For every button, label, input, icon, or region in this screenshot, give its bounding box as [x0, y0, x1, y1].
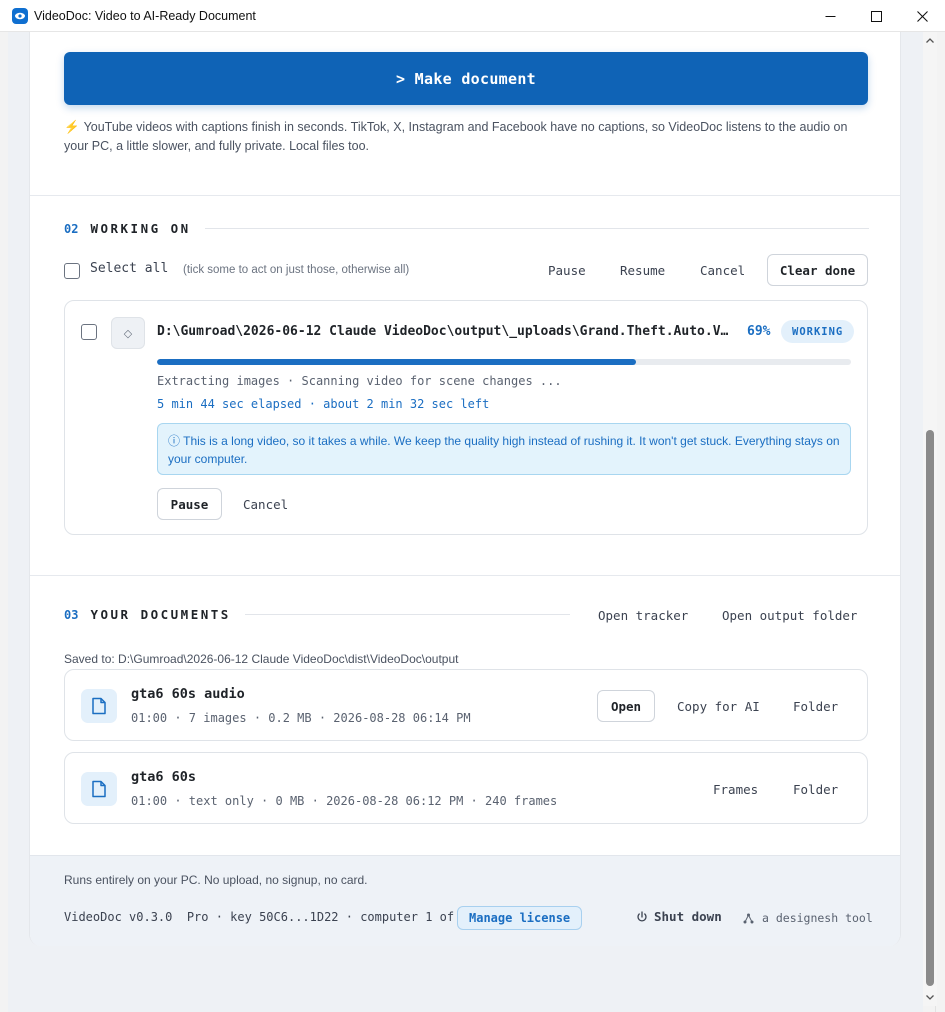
job-card: ◇ D:\Gumroad\2026-06-12 Claude VideoDoc\… [64, 300, 868, 535]
cancel-all-button[interactable]: Cancel [700, 263, 745, 278]
document-name: gta6 60s audio [131, 686, 245, 702]
close-icon [916, 10, 928, 22]
section-number: 02 [64, 221, 79, 236]
shut-down-button[interactable]: Shut down [636, 909, 722, 924]
info-box: ⓘ This is a long video, so it takes a wh… [157, 423, 851, 475]
job-time: 5 min 44 sec elapsed · about 2 min 32 se… [157, 397, 490, 411]
resume-all-button[interactable]: Resume [620, 263, 665, 278]
divider [30, 195, 900, 196]
make-document-button[interactable]: > Make document [64, 52, 868, 105]
scroll-down-icon[interactable] [925, 992, 935, 1002]
divider [30, 575, 900, 576]
title-bar: VideoDoc: Video to AI-Ready Document [0, 0, 945, 32]
scroll-thumb[interactable] [926, 430, 934, 986]
footer-note: Runs entirely on your PC. No upload, no … [64, 873, 368, 887]
credit-text: a designesh tool [762, 911, 873, 925]
minimize-button[interactable] [807, 0, 853, 32]
maximize-button[interactable] [853, 0, 899, 32]
select-all-checkbox[interactable] [64, 263, 80, 279]
open-tracker-button[interactable]: Open tracker [598, 608, 688, 623]
close-button[interactable] [899, 0, 945, 32]
make-hint: ⚡ YouTube videos with captions finish in … [64, 118, 874, 156]
open-output-folder-button[interactable]: Open output folder [722, 608, 857, 623]
lightning-icon: ⚡ [64, 120, 80, 134]
minimize-icon [825, 15, 835, 17]
select-hint: (tick some to act on just those, otherwi… [183, 264, 410, 276]
make-hint-text: YouTube videos with captions finish in s… [64, 120, 848, 153]
main-card: > Make document ⚡ YouTube videos with cap… [29, 32, 901, 946]
document-meta: 01:00 · 7 images · 0.2 MB · 2026-08-28 0… [131, 711, 471, 725]
eye-icon [12, 7, 28, 24]
video-thumb-icon: ◇ [111, 317, 145, 349]
document-icon [81, 689, 117, 723]
job-checkbox[interactable] [81, 324, 97, 340]
section-rule [244, 614, 570, 615]
scrollbar[interactable] [923, 32, 937, 1006]
shut-down-label: Shut down [654, 909, 722, 924]
folder-button[interactable]: Folder [793, 699, 838, 714]
document-icon [81, 772, 117, 806]
job-cancel-button[interactable]: Cancel [243, 497, 288, 512]
info-text: This is a long video, so it takes a whil… [168, 434, 840, 466]
status-badge: WORKING [781, 320, 855, 343]
thumb-glyph: ◇ [123, 326, 133, 340]
info-icon: ⓘ [168, 434, 181, 448]
progress-bar [157, 359, 851, 365]
maximize-icon [870, 10, 882, 22]
section-number: 03 [64, 607, 79, 622]
credit[interactable]: a designesh tool [743, 911, 873, 925]
scroll-up-icon[interactable] [925, 36, 935, 46]
document-row: gta6 60s 01:00 · text only · 0 MB · 2026… [64, 752, 868, 824]
section-rule [204, 228, 869, 229]
nodes-icon [743, 913, 754, 923]
frames-button[interactable]: Frames [713, 782, 758, 797]
select-all-label[interactable]: Select all [90, 261, 168, 276]
footer: Runs entirely on your PC. No upload, no … [30, 855, 900, 946]
saved-to-path: Saved to: D:\Gumroad\2026-06-12 Claude V… [64, 652, 459, 666]
power-icon [637, 910, 647, 921]
working-section-header: 02 WORKING ON [64, 221, 869, 236]
manage-license-button[interactable]: Manage license [457, 906, 583, 930]
documents-section-header: 03 YOUR DOCUMENTS [64, 607, 570, 622]
job-pause-button[interactable]: Pause [157, 488, 222, 520]
section-title: YOUR DOCUMENTS [90, 607, 231, 622]
version-info: VideoDoc v0.3.0 Pro · key 50C6...1D22 · … [64, 910, 469, 924]
copy-for-ai-button[interactable]: Copy for AI [677, 699, 760, 714]
job-file-path: D:\Gumroad\2026-06-12 Claude VideoDoc\ou… [157, 324, 735, 339]
document-meta: 01:00 · text only · 0 MB · 2026-08-28 06… [131, 794, 558, 808]
clear-done-button[interactable]: Clear done [767, 254, 868, 286]
section-title: WORKING ON [90, 221, 191, 236]
job-percent: 69% [747, 324, 771, 339]
document-name: gta6 60s [131, 769, 197, 785]
folder-button[interactable]: Folder [793, 782, 838, 797]
progress-fill [157, 359, 636, 365]
window-title: VideoDoc: Video to AI-Ready Document [34, 8, 256, 23]
job-step: Extracting images · Scanning video for s… [157, 374, 562, 388]
open-document-button[interactable]: Open [597, 690, 655, 722]
pause-all-button[interactable]: Pause [548, 263, 586, 278]
document-row: gta6 60s audio 01:00 · 7 images · 0.2 MB… [64, 669, 868, 741]
